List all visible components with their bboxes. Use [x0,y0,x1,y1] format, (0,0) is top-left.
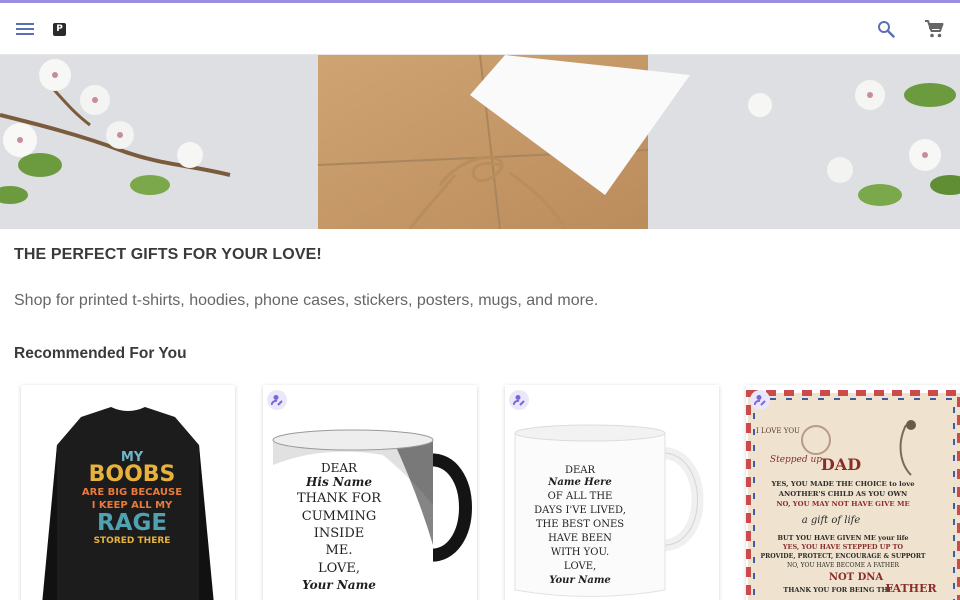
blanket-print-line: BUT YOU HAVE GIVEN ME your life [777,534,908,542]
mug-print-line: LOVE, [564,561,596,572]
mug-print-line: His Name [305,475,372,489]
blanket-print-line: THANK YOU FOR BEING THE [783,586,892,594]
brand-logo[interactable]: P [53,23,66,36]
mug-print-line: DEAR [565,465,596,476]
blanket-print-line: ANOTHER'S CHILD AS YOU OWN [778,490,908,498]
personalize-icon [513,395,525,406]
search-button[interactable] [873,16,899,42]
blanket-print-line: NO, YOU HAVE BECOME A FATHER [787,562,900,569]
shirt-print-line: BOOBS [89,462,176,487]
mug-print-line: Your Name [302,578,376,592]
blanket-image: I LOVE YOU Stepped up DAD YES, YOU MADE … [746,390,960,600]
blanket-print-line: YES, YOU HAVE STEPPED UP TO [782,543,904,551]
mug-print-line: ME. [326,543,353,558]
recommended-title: Recommended For You [14,345,187,362]
shirt-print-line: RAGE [97,510,167,536]
blanket-print-line: NOT DNA [829,572,884,583]
personalize-icon [754,395,766,406]
product-card-shirt[interactable]: MY BOOBS ARE BIG BECAUSE I KEEP ALL MY R… [21,385,235,600]
mug-print-line: THANK FOR [297,491,382,506]
mug-print-line: INSIDE [314,526,364,541]
mug-print-line: OF ALL THE [548,491,613,502]
personalize-icon [271,395,283,406]
hero-banner[interactable] [0,55,960,229]
blanket-print-line: Stepped up [770,455,822,465]
personalize-badge [509,390,529,410]
mug-image: DEAR Name Here OF ALL THE DAYS I'VE LIVE… [514,424,704,597]
shirt-print-line: STORED THERE [94,536,171,546]
top-app-bar: P [0,3,960,55]
blanket-print-line: a gift of life [802,515,861,526]
menu-button[interactable] [12,16,38,42]
mug-image: DEAR His Name THANK FOR CUMMING INSIDE M… [272,429,472,600]
page-headline: THE PERFECT GIFTS FOR YOUR LOVE! [14,246,322,263]
blanket-print-line: FATHER [885,582,937,595]
kraft-package [317,55,690,229]
shirt-image: MY BOOBS ARE BIG BECAUSE I KEEP ALL MY R… [42,407,214,600]
gift-package-image [0,55,960,229]
mug-print-line: DEAR [321,461,358,475]
mug-print-line: CUMMING [302,509,376,524]
blanket-print-line: DAD [821,455,861,474]
search-icon [878,21,895,38]
page-subline: Shop for printed t-shirts, hoodies, phon… [14,292,599,309]
blanket-print-line: PROVIDE, PROTECT, ENCOURAGE & SUPPORT [761,553,926,560]
menu-icon [16,23,34,35]
mug-print-line: DAYS I'VE LIVED, [534,505,626,516]
product-card-mug-1[interactable]: DEAR His Name THANK FOR CUMMING INSIDE M… [263,385,477,600]
mug-print-line: THE BEST ONES [536,519,624,530]
product-card-blanket[interactable]: I LOVE YOU Stepped up DAD YES, YOU MADE … [746,385,960,600]
personalize-badge [267,390,287,410]
mug-print-line: Name Here [547,477,612,488]
mug-print-line: LOVE, [318,561,360,576]
blanket-print-line: I LOVE YOU [756,427,800,435]
personalize-badge [750,390,770,410]
blanket-print-line: NO, YOU MAY NOT HAVE GIVE ME [776,500,909,508]
cart-button[interactable] [921,16,947,42]
product-card-mug-2[interactable]: DEAR Name Here OF ALL THE DAYS I'VE LIVE… [505,385,719,600]
mug-print-line: Your Name [549,575,611,586]
mug-print-line: WITH YOU. [551,547,609,558]
cart-icon [925,20,944,38]
blanket-print-line: YES, YOU MADE THE CHOICE to love [770,480,915,488]
shirt-print-line: ARE BIG BECAUSE [82,487,182,498]
mug-print-line: HAVE BEEN [548,533,612,544]
